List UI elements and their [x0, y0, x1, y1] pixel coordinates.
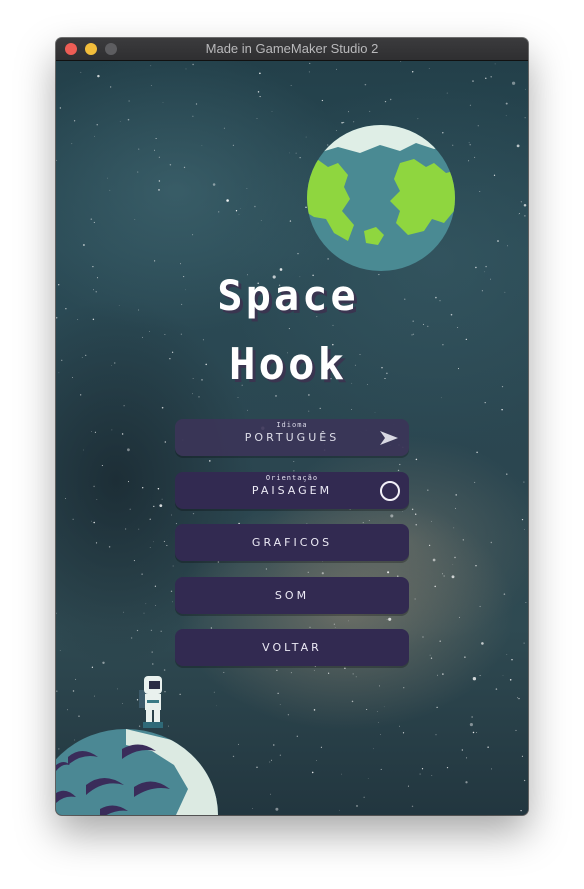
- sound-button[interactable]: SOM: [175, 577, 409, 614]
- language-caption: Idioma: [276, 421, 308, 429]
- game-window: Made in GameMaker Studio 2 Space Hook Id…: [56, 38, 528, 815]
- game-canvas: Space Hook Idioma PORTUGUÊS Orientação P…: [56, 61, 528, 815]
- title-bar[interactable]: Made in GameMaker Studio 2: [56, 38, 528, 61]
- astronaut-character-icon: [139, 676, 163, 728]
- orientation-value: PAISAGEM: [251, 484, 333, 497]
- earth-planet-icon: [307, 125, 455, 271]
- window-title: Made in GameMaker Studio 2: [205, 41, 379, 56]
- back-button[interactable]: VOLTAR: [175, 629, 409, 666]
- language-value: PORTUGUÊS: [244, 431, 340, 444]
- orientation-caption: Orientação: [265, 474, 319, 482]
- game-title-line2: Hook: [229, 339, 347, 390]
- back-label: VOLTAR: [262, 641, 322, 654]
- circle-icon[interactable]: [380, 481, 400, 501]
- game-title-line1: Space: [217, 271, 359, 320]
- orientation-button[interactable]: Orientação PAISAGEM: [175, 472, 409, 509]
- arrow-right-icon[interactable]: [379, 429, 399, 447]
- sound-label: SOM: [274, 589, 310, 602]
- language-button[interactable]: Idioma PORTUGUÊS: [175, 419, 409, 456]
- graphics-button[interactable]: GRAFICOS: [175, 524, 409, 561]
- graphics-label: GRAFICOS: [251, 536, 333, 549]
